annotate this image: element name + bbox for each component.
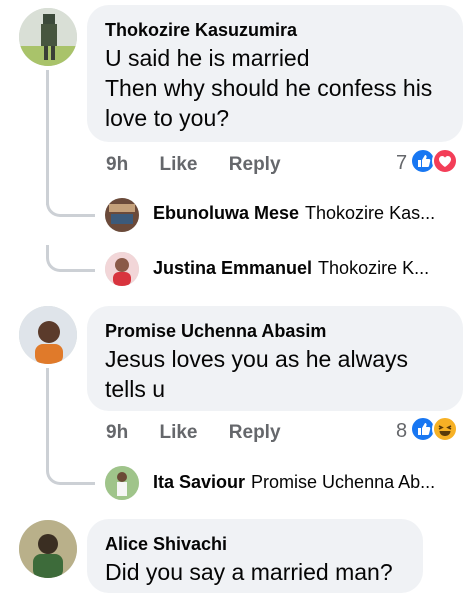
avatar[interactable] <box>105 466 139 500</box>
comment-author[interactable]: Thokozire Kasuzumira <box>105 19 445 41</box>
avatar[interactable] <box>19 520 77 578</box>
comment-text: Jesus loves you as he always tells u <box>105 346 408 402</box>
profile-photo <box>19 306 77 364</box>
comment-text: Did you say a married man? <box>105 559 393 585</box>
like-button[interactable]: Like <box>159 154 197 176</box>
reaction-summary[interactable]: 7 <box>396 147 459 179</box>
comment-author[interactable]: Promise Uchenna Abasim <box>105 320 445 342</box>
profile-photo <box>105 466 139 500</box>
haha-icon <box>432 415 459 447</box>
reply-button[interactable]: Reply <box>229 422 281 444</box>
thread-connector <box>46 245 95 272</box>
thread-line <box>46 70 49 205</box>
comment-bubble: Thokozire Kasuzumira U said he is marrie… <box>87 5 463 142</box>
avatar[interactable] <box>105 198 139 232</box>
profile-photo <box>19 8 77 66</box>
love-icon <box>432 147 459 179</box>
thread-connector <box>46 190 95 217</box>
reply-button[interactable]: Reply <box>229 154 281 176</box>
reaction-count: 8 <box>396 419 408 442</box>
timestamp[interactable]: 9h <box>106 422 128 444</box>
reply-author[interactable]: Justina Emmanuel <box>153 258 312 279</box>
comment-text: U said he is married Then why should he … <box>105 45 433 131</box>
reply-preview[interactable]: Ita Saviour Promise Uchenna Ab... <box>153 472 463 493</box>
reply-text: Promise Uchenna Ab... <box>251 472 436 492</box>
timestamp[interactable]: 9h <box>106 154 128 176</box>
avatar[interactable] <box>19 306 77 364</box>
avatar[interactable] <box>19 8 77 66</box>
comment-author[interactable]: Alice Shivachi <box>105 533 405 555</box>
like-button[interactable]: Like <box>159 422 197 444</box>
reply-author[interactable]: Ita Saviour <box>153 472 245 493</box>
profile-photo <box>105 252 139 286</box>
reply-preview[interactable]: Ebunoluwa Mese Thokozire Kas... <box>153 203 463 224</box>
comment-bubble: Promise Uchenna Abasim Jesus loves you a… <box>87 306 463 411</box>
profile-photo <box>19 520 77 578</box>
profile-photo <box>105 198 139 232</box>
reaction-count: 7 <box>396 151 408 174</box>
comment-actions: 9h Like Reply <box>106 154 281 176</box>
reply-text: Thokozire K... <box>318 258 430 278</box>
avatar[interactable] <box>105 252 139 286</box>
reply-text: Thokozire Kas... <box>305 203 436 223</box>
comment-actions: 9h Like Reply <box>106 422 281 444</box>
reaction-summary[interactable]: 8 <box>396 415 459 447</box>
thread-line <box>46 368 49 463</box>
comment-bubble: Alice Shivachi Did you say a married man… <box>87 519 423 593</box>
reply-author[interactable]: Ebunoluwa Mese <box>153 203 299 224</box>
thread-connector <box>46 458 95 485</box>
reply-preview[interactable]: Justina Emmanuel Thokozire K... <box>153 258 463 279</box>
